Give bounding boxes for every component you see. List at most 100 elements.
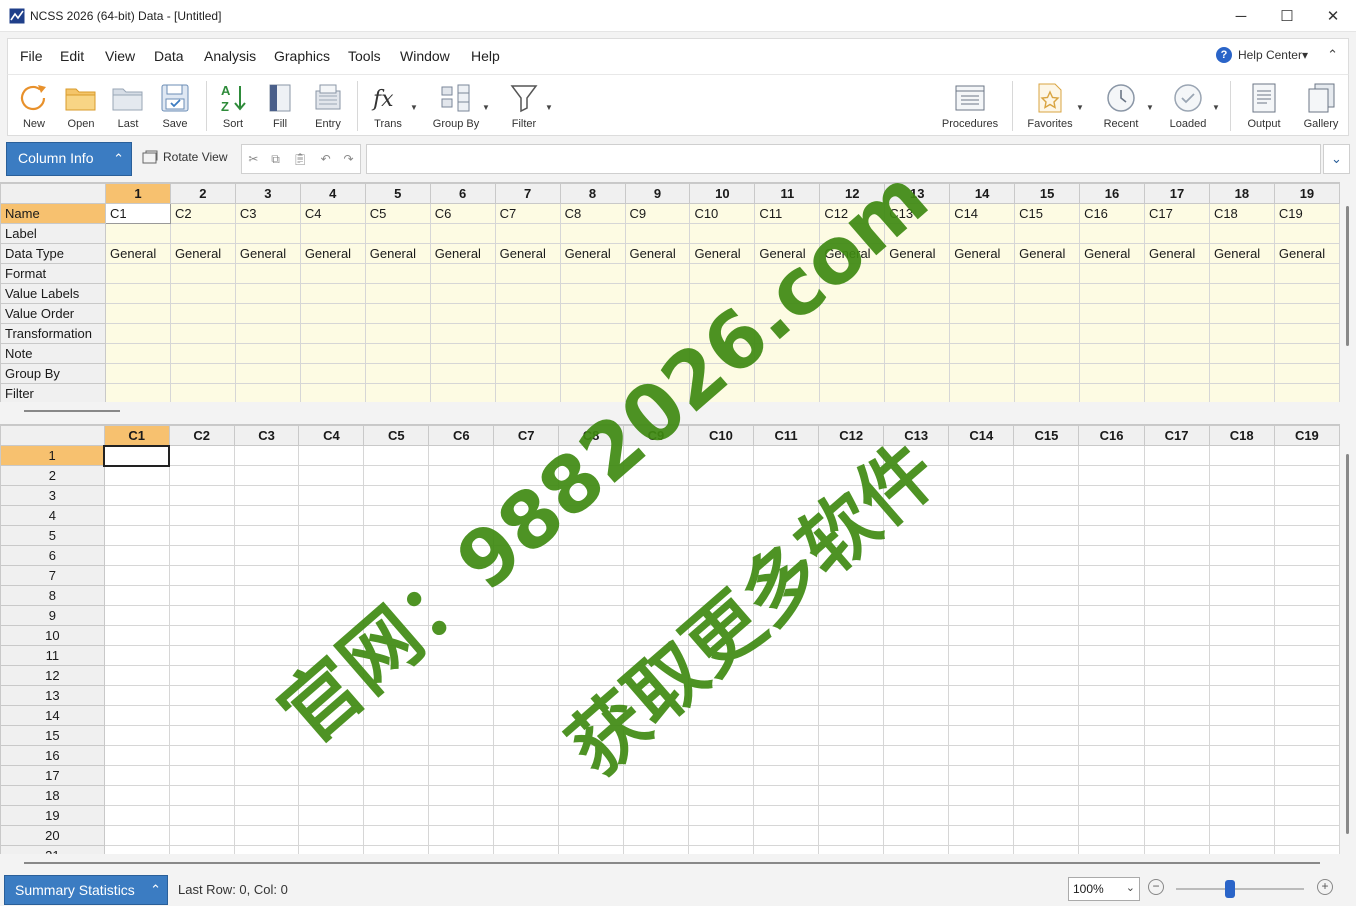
column-info-cell[interactable]: [299, 363, 366, 384]
data-cell[interactable]: [1143, 465, 1210, 486]
column-info-cell[interactable]: [689, 223, 756, 244]
data-cell[interactable]: [558, 665, 625, 686]
data-cell[interactable]: [558, 645, 625, 666]
data-cell[interactable]: [818, 525, 885, 546]
data-cell[interactable]: [428, 765, 495, 786]
column-info-row-label[interactable]: Note: [0, 343, 106, 364]
data-cell[interactable]: [883, 745, 950, 766]
data-cell[interactable]: [428, 505, 495, 526]
column-info-vscroll[interactable]: [1340, 182, 1356, 402]
data-cell[interactable]: [168, 585, 235, 606]
column-info-row-label[interactable]: Group By: [0, 363, 106, 384]
column-info-cell[interactable]: General: [494, 243, 561, 264]
data-cell[interactable]: [558, 825, 625, 846]
data-cell[interactable]: [168, 765, 235, 786]
data-cell[interactable]: [298, 465, 365, 486]
column-number-header[interactable]: 9: [624, 183, 691, 204]
column-info-cell[interactable]: [884, 303, 951, 324]
data-cell[interactable]: [753, 645, 820, 666]
grid-corner[interactable]: [0, 183, 106, 204]
data-cell[interactable]: [883, 825, 950, 846]
column-info-cell[interactable]: [559, 303, 626, 324]
recent-dropdown-icon[interactable]: ▼: [1146, 103, 1154, 112]
row-header[interactable]: 21: [0, 845, 105, 854]
data-cell[interactable]: [948, 705, 1015, 726]
data-cell[interactable]: [363, 745, 430, 766]
data-cell[interactable]: [558, 485, 625, 506]
data-cell[interactable]: [623, 765, 689, 786]
column-info-cell[interactable]: C19: [1273, 203, 1340, 224]
column-info-cell[interactable]: General: [624, 243, 691, 264]
trans-dropdown-icon[interactable]: ▼: [410, 103, 418, 112]
column-info-row-label[interactable]: Value Order: [0, 303, 106, 324]
data-cell[interactable]: [1273, 525, 1340, 546]
column-info-hscroll[interactable]: [0, 404, 1356, 418]
column-info-cell[interactable]: [949, 223, 1016, 244]
data-cell[interactable]: [1273, 705, 1340, 726]
data-cell[interactable]: [948, 525, 1015, 546]
column-info-cell[interactable]: [949, 323, 1016, 344]
column-info-cell[interactable]: General: [884, 243, 951, 264]
data-cell[interactable]: [753, 725, 820, 746]
column-info-cell[interactable]: [429, 223, 496, 244]
column-info-cell[interactable]: [234, 363, 301, 384]
data-cell[interactable]: [1208, 725, 1275, 746]
data-cell[interactable]: [493, 705, 560, 726]
data-cell[interactable]: [298, 645, 365, 666]
column-info-cell[interactable]: [624, 323, 691, 344]
column-info-cell[interactable]: [949, 263, 1016, 284]
data-cell[interactable]: [1143, 705, 1210, 726]
column-info-cell[interactable]: [884, 223, 951, 244]
data-cell[interactable]: [428, 725, 495, 746]
row-header[interactable]: 15: [0, 725, 105, 746]
data-cell[interactable]: [818, 765, 885, 786]
column-info-cell[interactable]: [689, 303, 756, 324]
formula-input[interactable]: [366, 144, 1321, 174]
data-cell[interactable]: [558, 445, 625, 466]
data-cell[interactable]: [558, 765, 625, 786]
data-cell[interactable]: [948, 745, 1015, 766]
data-cell[interactable]: [687, 545, 755, 566]
data-cell[interactable]: [428, 605, 495, 626]
data-cell[interactable]: [623, 565, 689, 586]
data-cell[interactable]: [558, 605, 625, 626]
data-cell[interactable]: [948, 605, 1015, 626]
column-info-cell[interactable]: [1144, 263, 1210, 284]
data-cell[interactable]: [558, 705, 625, 726]
column-info-cell[interactable]: C5: [364, 203, 431, 224]
column-info-row-label[interactable]: Data Type: [0, 243, 106, 264]
data-cell[interactable]: [168, 525, 235, 546]
column-info-cell[interactable]: [105, 383, 171, 402]
data-cell[interactable]: [298, 705, 365, 726]
column-info-cell[interactable]: General: [1208, 243, 1275, 264]
data-cell[interactable]: [363, 685, 430, 706]
data-cell[interactable]: [1208, 745, 1275, 766]
data-cell[interactable]: [1013, 665, 1080, 686]
column-info-cell[interactable]: [1144, 383, 1210, 402]
column-info-cell[interactable]: [689, 263, 756, 284]
data-cell[interactable]: [233, 505, 300, 526]
data-cell[interactable]: [753, 585, 820, 606]
column-number-header[interactable]: 15: [1014, 183, 1081, 204]
data-grid-vscroll[interactable]: [1340, 424, 1356, 854]
data-cell[interactable]: [1013, 625, 1080, 646]
column-info-cell[interactable]: [364, 343, 431, 364]
column-header[interactable]: C4: [298, 425, 365, 446]
data-cell[interactable]: [1078, 485, 1145, 506]
data-cell[interactable]: [623, 525, 689, 546]
data-cell[interactable]: [428, 665, 495, 686]
row-header[interactable]: 13: [0, 685, 105, 706]
data-cell[interactable]: [233, 605, 300, 626]
data-cell[interactable]: [233, 445, 300, 466]
column-info-cell[interactable]: [1014, 363, 1081, 384]
row-header[interactable]: 2: [0, 465, 105, 486]
row-header[interactable]: 10: [0, 625, 105, 646]
data-cell[interactable]: [298, 525, 365, 546]
column-info-cell[interactable]: [1079, 323, 1145, 344]
row-header[interactable]: 3: [0, 485, 105, 506]
column-info-cell[interactable]: [364, 303, 431, 324]
column-info-cell[interactable]: [429, 323, 496, 344]
column-header[interactable]: C2: [168, 425, 235, 446]
data-cell[interactable]: [298, 665, 365, 686]
column-info-cell[interactable]: [624, 383, 691, 402]
